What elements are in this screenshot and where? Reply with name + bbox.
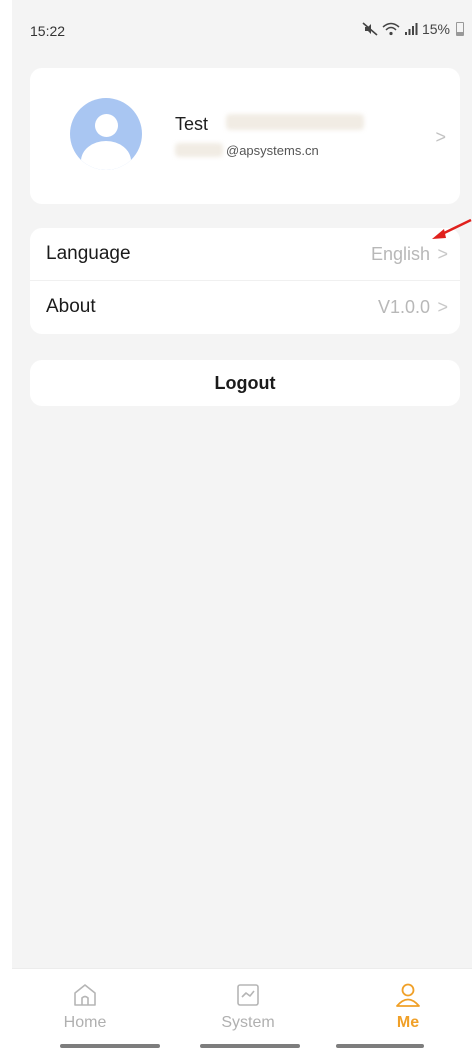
profile-name: Test	[175, 114, 209, 134]
gesture-bar-right	[336, 1044, 424, 1048]
wifi-icon	[382, 22, 400, 36]
signal-icon	[404, 23, 418, 35]
gesture-bar-left	[60, 1044, 160, 1048]
me-screen: 15:22 15% Test @apsystems.cn > Language …	[12, 0, 472, 1049]
profile-email: @apsystems.cn	[226, 143, 319, 158]
redacted-account-id	[226, 114, 364, 130]
chevron-right-icon: >	[437, 243, 448, 264]
avatar-head	[95, 114, 118, 137]
battery-icon	[456, 22, 464, 36]
status-time: 15:22	[30, 23, 66, 39]
avatar-body	[81, 141, 131, 170]
avatar	[70, 98, 142, 170]
home-icon	[74, 984, 96, 1006]
bottom-nav: Home System Me	[12, 968, 472, 1049]
language-value: English	[370, 243, 430, 264]
nav-item-home[interactable]: Home	[35, 981, 135, 1032]
redacted-email-prefix	[175, 143, 223, 157]
logout-label: Logout	[214, 372, 276, 393]
language-row[interactable]: Language English >	[30, 228, 460, 281]
chevron-right-icon: >	[435, 127, 446, 147]
user-icon	[396, 983, 420, 1007]
battery-percent: 15%	[421, 21, 450, 37]
about-row[interactable]: About V1.0.0 >	[30, 281, 460, 333]
settings-card: Language English > About V1.0.0 >	[30, 228, 460, 334]
status-bar: 15:22 15%	[12, 0, 472, 62]
nav-label-system: System	[221, 1014, 275, 1031]
gesture-bar-center	[200, 1044, 300, 1048]
nav-label-home: Home	[63, 1014, 107, 1031]
chevron-right-icon: >	[437, 296, 448, 317]
mute-icon	[362, 22, 378, 36]
about-value: V1.0.0	[377, 296, 430, 317]
logout-button[interactable]: Logout	[30, 360, 460, 406]
about-label: About	[46, 296, 96, 317]
profile-card[interactable]: Test @apsystems.cn >	[30, 68, 460, 204]
annotation-arrow-icon	[432, 218, 472, 239]
status-icons: 15%	[362, 21, 464, 37]
nav-item-system[interactable]: System	[198, 981, 298, 1032]
chart-icon	[237, 984, 259, 1006]
language-label: Language	[46, 243, 131, 264]
nav-item-me[interactable]: Me	[358, 981, 458, 1032]
nav-label-me: Me	[396, 1014, 420, 1031]
